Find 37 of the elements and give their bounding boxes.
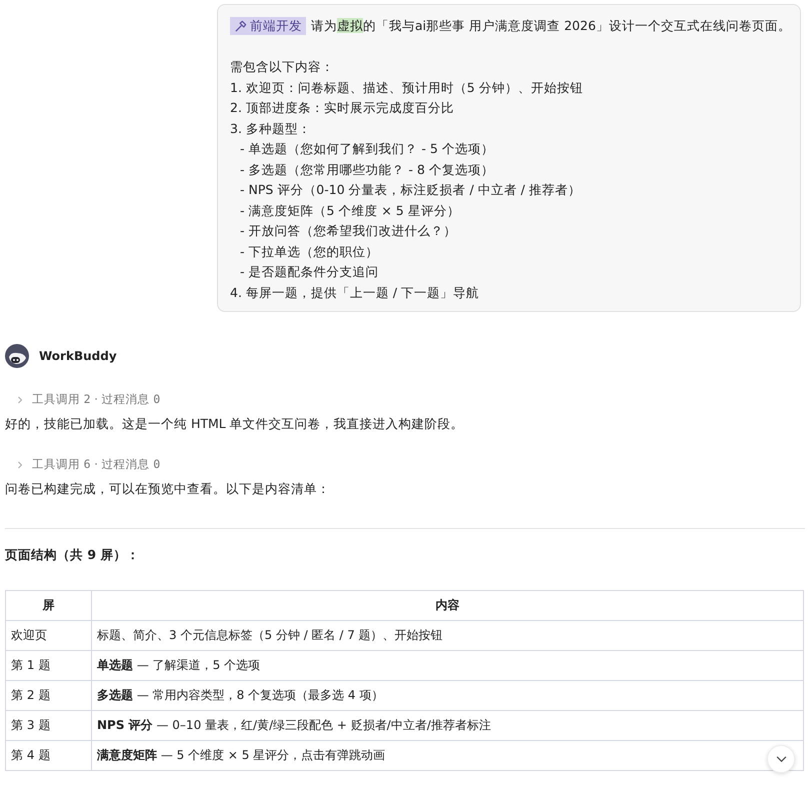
table-cell: 第 2 题 xyxy=(6,680,92,710)
message-line: 4. 每屏一题，提供「上一题 / 下一题」导航 xyxy=(230,284,480,302)
chevron-down-icon xyxy=(776,756,786,762)
message-line: - NPS 评分（0-10 分量表，标注贬损者 / 中立者 / 推荐者） xyxy=(239,181,582,199)
message-line: - 单选题（您如何了解到我们？ - 5 个选项） xyxy=(239,140,495,158)
message-line: 3. 多种题型： xyxy=(230,120,312,138)
chevron-icon xyxy=(16,396,24,404)
table-cell: NPS 评分 — 0–10 量表，红/黄/绿三段配色 + 贬损者/中立者/推荐者标注 xyxy=(92,710,804,740)
tool-call-summary[interactable]: 工具调用 6 · 过程消息 0 xyxy=(16,457,160,472)
tool-call-summary[interactable]: 工具调用 2 · 过程消息 0 xyxy=(16,392,160,407)
message-line: 需包含以下内容： xyxy=(230,58,335,76)
chevron-icon xyxy=(16,460,24,468)
message-line: 2. 顶部进度条：实时展示完成度百分比 xyxy=(230,99,455,117)
table-cell: 第 4 题 xyxy=(6,740,92,770)
column-header: 内容 xyxy=(92,590,804,620)
hammer-icon xyxy=(234,20,247,33)
avatar-icon xyxy=(5,344,29,368)
message-line: - 下拉单选（您的职位） xyxy=(239,242,380,260)
section-title: 页面结构（共 9 屏）： xyxy=(5,547,140,564)
table-cell: 多选题 — 常用内容类型，8 个复选项（最多选 4 项） xyxy=(92,680,804,710)
table-cell: 第 3 题 xyxy=(6,710,92,740)
message-line: - 开放问答（您希望我们改进什么？） xyxy=(239,222,458,240)
table-cell: 标题、简介、3 个元信息标签（5 分钟 / 匿名 / 7 题）、开始按钮 xyxy=(92,620,804,650)
scroll-down-button[interactable] xyxy=(767,745,795,773)
table-cell: 第 1 题 xyxy=(6,650,92,680)
request-text: 请为虚拟的「我与ai那些事 用户满意度调查 2026」设计一个交互式在线问卷页面。 xyxy=(311,17,791,35)
table-cell: 欢迎页 xyxy=(6,620,92,650)
column-header: 屏 xyxy=(6,590,92,620)
message-line: - 满意度矩阵（5 个维度 × 5 星评分） xyxy=(239,202,461,220)
assistant-name: WorkBuddy xyxy=(39,349,117,363)
table-cell: 单选题 — 了解渠道，5 个选项 xyxy=(92,650,804,680)
reply-text: 好的，技能已加载。这是一个纯 HTML 单文件交互问卷，我直接进入构建阶段。 xyxy=(5,416,465,433)
skill-tag[interactable]: 前端开发 xyxy=(230,17,306,36)
message-line: 1. 欢迎页：问卷标题、描述、预计用时（5 分钟）、开始按钮 xyxy=(230,78,584,96)
message-line: - 多选题（您常用哪些功能？ - 8 个复选项） xyxy=(239,160,495,178)
message-line: - 是否题配条件分支追问 xyxy=(239,263,380,281)
reply-text: 问卷已构建完成，可以在预览中查看。以下是内容清单： xyxy=(5,481,331,498)
